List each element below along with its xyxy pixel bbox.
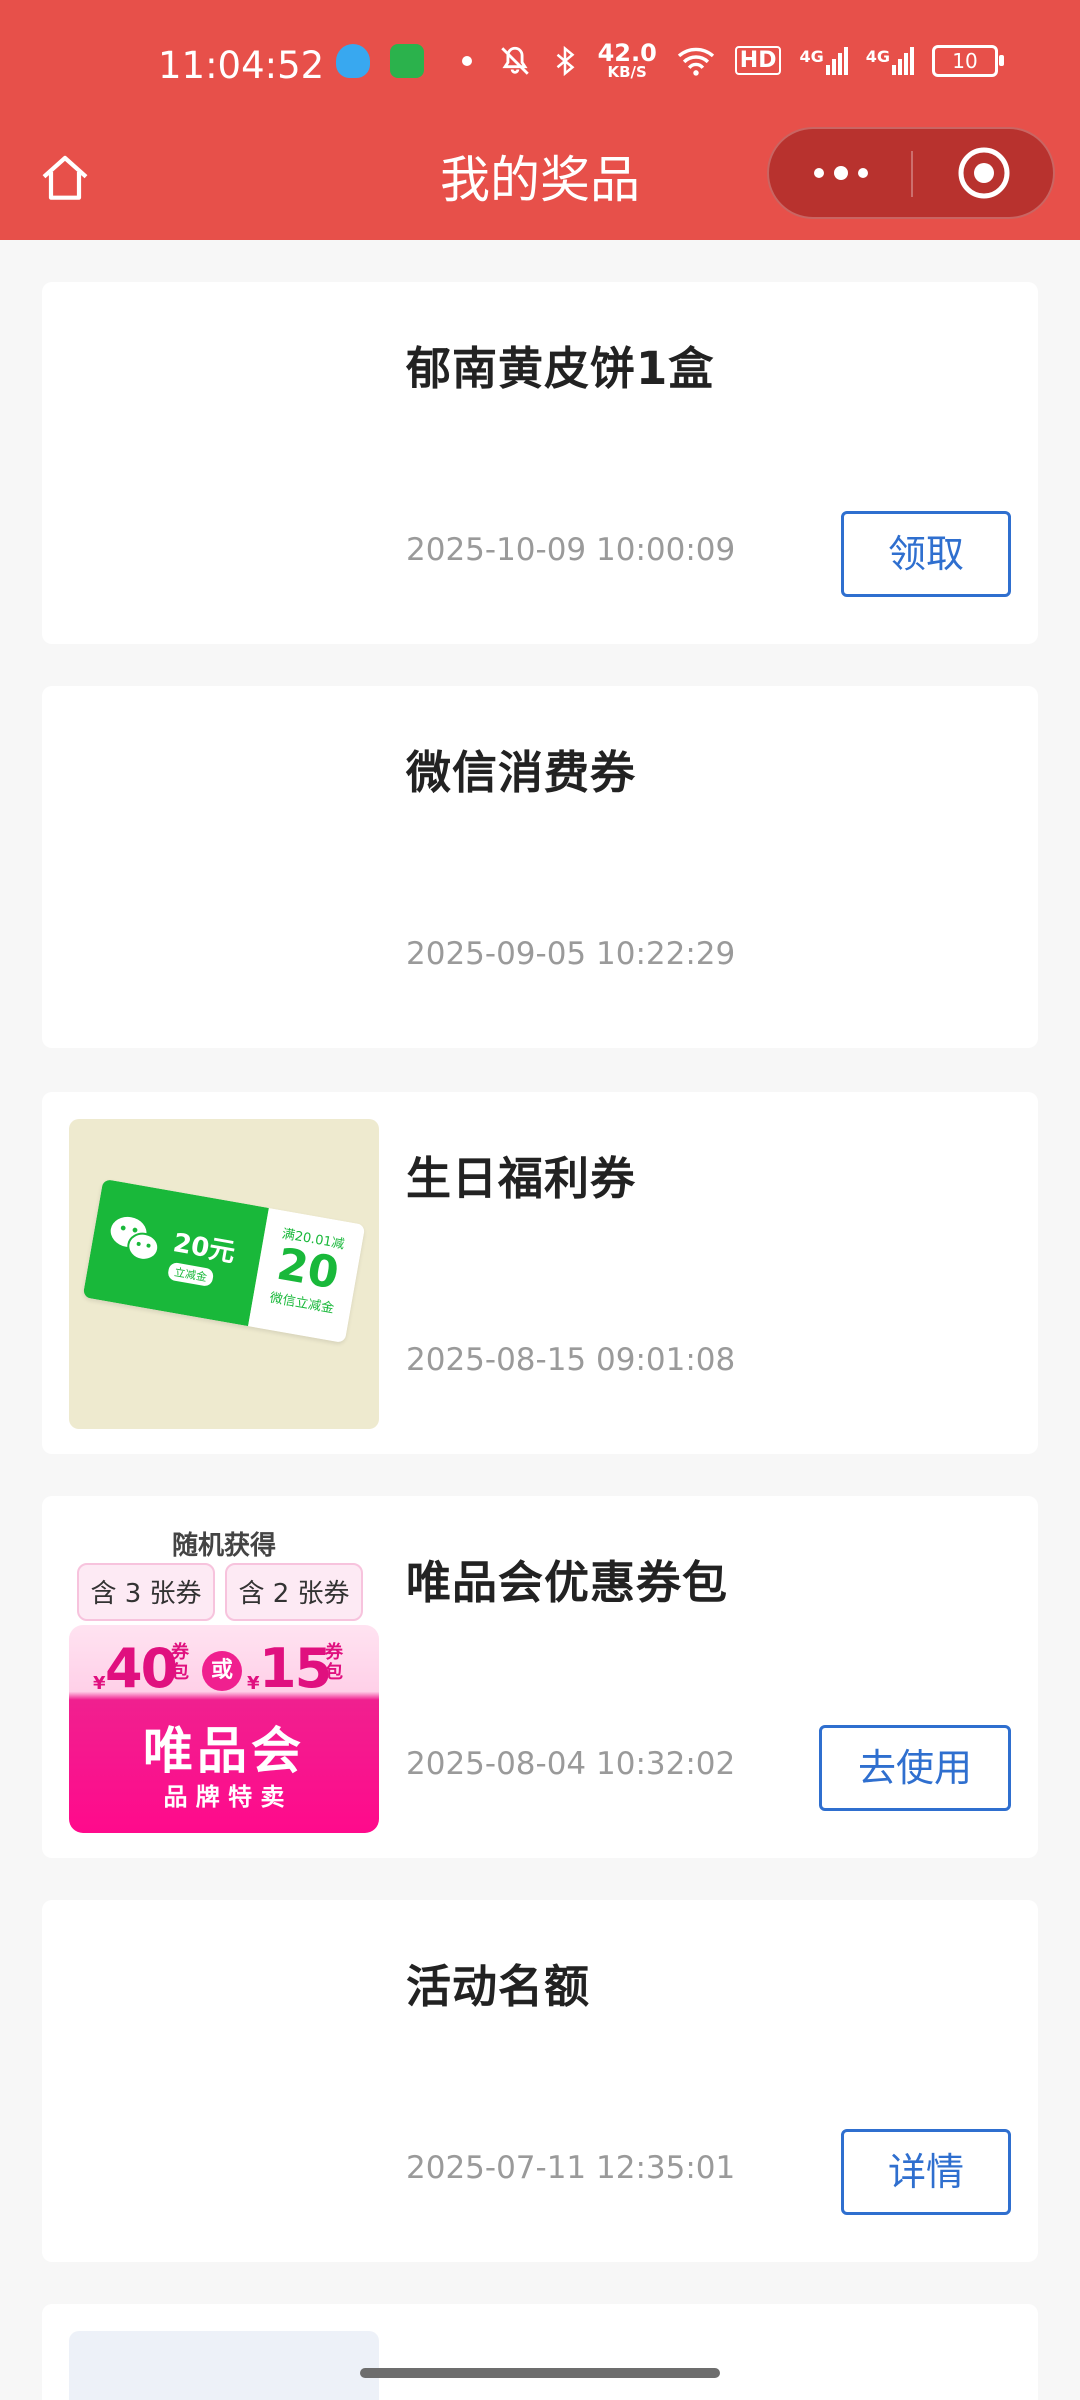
system-icons: 42.0 KB/S HD 4G 4G 10 xyxy=(498,39,1004,81)
prize-card: 随机获得 含 3 张券 含 2 张券 ¥ 40 券包 或 ¥ 15 券包 唯品会… xyxy=(42,1496,1038,1858)
prize-card: 活动名额 2025-07-11 12:35:01 详情 xyxy=(42,1900,1038,2262)
prize-thumbnail: 20元 立减金 满20.01减 20 微信立减金 xyxy=(69,1119,379,1429)
vip-coupon-image: 随机获得 含 3 张券 含 2 张券 ¥ 40 券包 或 ¥ 15 券包 唯品会… xyxy=(69,1523,379,1833)
battery-icon: 10 xyxy=(932,44,1004,77)
signal-icon-1: 4G xyxy=(799,46,848,75)
wifi-icon xyxy=(677,47,714,76)
status-bar: 11:04:52 42.0 KB/S HD 4G 4G 10 xyxy=(0,0,1080,130)
prize-card: 微信消费券 2025-09-05 10:22:29 xyxy=(42,686,1038,1048)
status-time: 11:04:52 xyxy=(158,44,325,87)
details-button[interactable]: 详情 xyxy=(841,2129,1011,2215)
miniprogram-close-icon xyxy=(958,147,1010,199)
prize-name: 唯品会优惠券包 xyxy=(406,1556,729,1609)
prize-name: 活动名额 xyxy=(406,1960,591,2013)
prize-name: 郁南黄皮饼1盒 xyxy=(406,342,715,395)
claim-button[interactable]: 领取 xyxy=(841,511,1011,597)
nav-bar: 我的奖品 xyxy=(0,127,1080,240)
more-button[interactable] xyxy=(769,129,912,217)
prize-date: 2025-10-09 10:00:09 xyxy=(406,532,736,568)
mute-icon xyxy=(500,46,529,75)
signal-icon-2: 4G xyxy=(866,46,914,75)
miniprogram-capsule xyxy=(767,127,1055,219)
network-speed: 42.0 KB/S xyxy=(597,39,657,81)
prize-name: 微信消费券 xyxy=(406,746,637,799)
use-button[interactable]: 去使用 xyxy=(818,1725,1011,1811)
prize-date: 2025-09-05 10:22:29 xyxy=(406,936,736,972)
notification-icons xyxy=(336,44,472,78)
prize-thumbnail: 随机获得 含 3 张券 含 2 张券 ¥ 40 券包 或 ¥ 15 券包 唯品会… xyxy=(69,1523,379,1833)
qq-icon xyxy=(336,44,370,78)
more-dots-icon xyxy=(813,166,868,180)
close-miniprogram-button[interactable] xyxy=(913,129,1055,217)
wechat-coupon-image: 20元 立减金 满20.01减 20 微信立减金 xyxy=(82,1178,366,1344)
hd-icon: HD xyxy=(734,46,782,76)
bluetooth-icon xyxy=(556,45,575,76)
prize-card: 20元 立减金 满20.01减 20 微信立减金 生日福利券 2025-08-1… xyxy=(42,1092,1038,1454)
home-indicator[interactable] xyxy=(360,2368,720,2378)
prize-name: 生日福利券 xyxy=(406,1152,637,1205)
prize-date: 2025-08-04 10:32:02 xyxy=(406,1746,736,1782)
more-notifications-dot xyxy=(462,56,472,66)
prize-card: 郁南黄皮饼1盒 2025-10-09 10:00:09 领取 xyxy=(42,282,1038,644)
prize-thumbnail xyxy=(69,2331,379,2400)
app-notification-icon xyxy=(390,44,424,78)
prize-card xyxy=(42,2304,1038,2400)
prize-date: 2025-07-11 12:35:01 xyxy=(406,2150,736,2186)
prize-date: 2025-08-15 09:01:08 xyxy=(406,1342,736,1378)
wechat-icon xyxy=(110,1216,160,1261)
